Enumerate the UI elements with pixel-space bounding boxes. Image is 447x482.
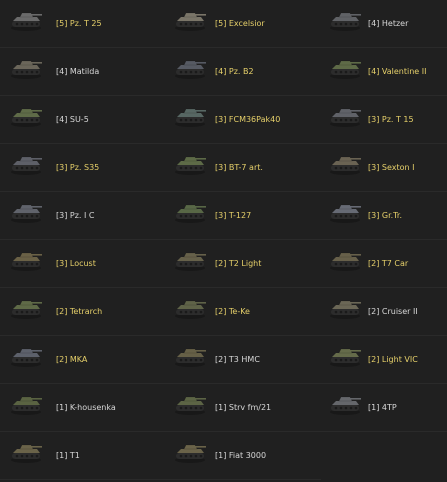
tank-icon: [327, 392, 363, 416]
tank-entry[interactable]: [1] T1: [0, 432, 162, 480]
tank-icon: [172, 440, 208, 464]
tank-name: [3] Sexton I: [368, 163, 415, 172]
tank-entry[interactable]: [4] SU-5: [0, 96, 162, 144]
tank-name: [4] Pz. B2: [215, 67, 254, 76]
tank-entry[interactable]: [4] Valentine II: [321, 48, 447, 96]
tank-icon: [8, 56, 44, 80]
tank-entry[interactable]: [4] Matilda: [0, 48, 162, 96]
tank-entry[interactable]: [1] K-housenka: [0, 384, 162, 432]
tank-icon: [172, 152, 208, 176]
tank-entry[interactable]: [3] Sexton I: [321, 144, 447, 192]
tank-name: [4] SU-5: [56, 115, 89, 124]
tank-icon: [172, 56, 208, 80]
tank-entry[interactable]: [3] Pz. I C: [0, 192, 162, 240]
tank-icon: [172, 296, 208, 320]
tank-icon: [327, 56, 363, 80]
tank-entry[interactable]: [1] Strv fm/21: [162, 384, 321, 432]
tank-icon: [327, 104, 363, 128]
tank-entry[interactable]: [2] Cruiser II: [321, 288, 447, 336]
tank-name: [4] Hetzer: [368, 19, 409, 28]
tank-name: [3] T-127: [215, 211, 252, 220]
tank-entry[interactable]: [3] Pz. T 15: [321, 96, 447, 144]
tank-icon: [327, 8, 363, 32]
tank-name: [2] MKA: [56, 355, 88, 364]
tank-icon: [327, 200, 363, 224]
tank-entry[interactable]: [2] MKA: [0, 336, 162, 384]
tank-entry[interactable]: [3] Pz. S35: [0, 144, 162, 192]
tank-name: [4] Matilda: [56, 67, 100, 76]
tank-name: [1] K-housenka: [56, 403, 116, 412]
tank-name: [3] Locust: [56, 259, 96, 268]
tank-name: [2] T7 Car: [368, 259, 409, 268]
tank-entry[interactable]: [3] T-127: [162, 192, 321, 240]
tank-entry[interactable]: [4] Hetzer: [321, 0, 447, 48]
tank-list: [5] Pz. T 25 [5] Excelsior [4] Hetzer [4] M…: [0, 0, 447, 480]
tank-icon: [172, 200, 208, 224]
tank-entry[interactable]: [2] T3 HMC: [162, 336, 321, 384]
tank-entry[interactable]: [1] Fiat 3000: [162, 432, 321, 480]
tank-name: [3] Pz. I C: [56, 211, 95, 220]
tank-icon: [8, 152, 44, 176]
tank-name: [2] Light VIC: [368, 355, 418, 364]
tank-name: [3] BT-7 art.: [215, 163, 263, 172]
tank-entry[interactable]: [5] Excelsior: [162, 0, 321, 48]
tank-icon: [8, 296, 44, 320]
tank-entry[interactable]: [2] Tetrarch: [0, 288, 162, 336]
tank-entry[interactable]: [2] Light VIC: [321, 336, 447, 384]
tank-icon: [172, 344, 208, 368]
tank-name: [2] Te-Ke: [215, 307, 250, 316]
tank-name: [1] 4TP: [368, 403, 397, 412]
tank-icon: [8, 248, 44, 272]
tank-icon: [8, 392, 44, 416]
tank-entry[interactable]: [2] T7 Car: [321, 240, 447, 288]
tank-icon: [8, 104, 44, 128]
tank-entry[interactable]: [3] BT-7 art.: [162, 144, 321, 192]
tank-name: [4] Valentine II: [368, 67, 427, 76]
tank-name: [2] Tetrarch: [56, 307, 103, 316]
tank-name: [3] FCM36Pak40: [215, 115, 281, 124]
tank-entry[interactable]: [1] 4TP: [321, 384, 447, 432]
tank-icon: [8, 8, 44, 32]
tank-icon: [327, 344, 363, 368]
tank-icon: [8, 440, 44, 464]
tank-icon: [172, 8, 208, 32]
tank-entry[interactable]: [2] T2 Light: [162, 240, 321, 288]
tank-icon: [327, 152, 363, 176]
tank-entry[interactable]: [3] Locust: [0, 240, 162, 288]
tank-entry[interactable]: [3] FCM36Pak40: [162, 96, 321, 144]
tank-icon: [8, 344, 44, 368]
tank-name: [5] Pz. T 25: [56, 19, 102, 28]
tank-entry[interactable]: [5] Pz. T 25: [0, 0, 162, 48]
tank-name: [1] Strv fm/21: [215, 403, 272, 412]
tank-icon: [172, 104, 208, 128]
tank-name: [1] T1: [56, 451, 80, 460]
tank-icon: [327, 296, 363, 320]
tank-icon: [172, 392, 208, 416]
tank-name: [3] Gr.Tr.: [368, 211, 402, 220]
tank-name: [2] Cruiser II: [368, 307, 418, 316]
tank-name: [1] Fiat 3000: [215, 451, 267, 460]
tank-name: [2] T3 HMC: [215, 355, 260, 364]
tank-name: [5] Excelsior: [215, 19, 265, 28]
tank-icon: [327, 248, 363, 272]
tank-name: [2] T2 Light: [215, 259, 262, 268]
tank-name: [3] Pz. T 15: [368, 115, 414, 124]
tank-entry[interactable]: [3] Gr.Tr.: [321, 192, 447, 240]
tank-icon: [172, 248, 208, 272]
tank-name: [3] Pz. S35: [56, 163, 100, 172]
tank-icon: [8, 200, 44, 224]
tank-entry[interactable]: [2] Te-Ke: [162, 288, 321, 336]
tank-entry[interactable]: [4] Pz. B2: [162, 48, 321, 96]
